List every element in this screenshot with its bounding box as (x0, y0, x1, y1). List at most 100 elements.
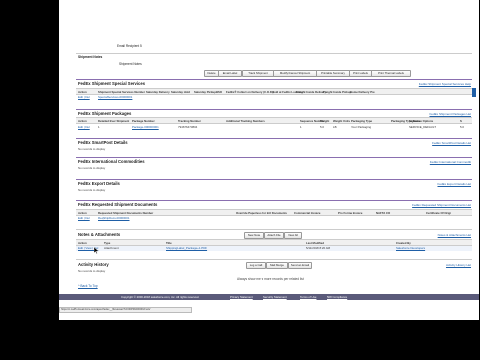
column-header: Title (166, 240, 172, 245)
cell: Attachment (104, 246, 119, 250)
shipment-notes-field: Shipment Notes (119, 62, 142, 66)
column-header: Saturday Hold (171, 89, 190, 94)
toolbar-button-2[interactable]: Track Shipment (242, 70, 274, 77)
row-action-links[interactable]: Edit | Del (78, 95, 90, 99)
browser-viewport: Email Recipient 5 Shipment Notes Shipmen… (59, 0, 479, 320)
toolbar-button-5[interactable]: Print Labels (349, 70, 372, 77)
notes-button-0[interactable]: New Note (244, 232, 264, 239)
column-header: Last Modified (306, 240, 325, 245)
toolbar-button-4[interactable]: Printable Summary (316, 70, 350, 77)
column-header: Home Delivery Pre (350, 89, 375, 94)
copyright-text: Copyright © 2000-2018 salesforce.com, in… (121, 295, 200, 299)
column-header: Action (78, 240, 87, 245)
column-header: Additional Tracking Numbers (226, 118, 265, 123)
section-title: FedEx Shipment Special Services (78, 81, 146, 86)
section-title: Activity History (78, 262, 109, 267)
section-title: FedEx International Commodities (78, 159, 145, 164)
column-header: Override Paperless for Intl Documents (236, 210, 287, 215)
toolbar-button-0[interactable]: Delete (204, 70, 219, 77)
email-recipient-label: Email Recipient 5 (117, 44, 142, 48)
created-by-link[interactable]: Salesforce Developers (396, 246, 425, 250)
section-bar (76, 229, 472, 230)
column-header: Weight (320, 118, 330, 123)
column-header: Created By (396, 240, 411, 245)
column-header: Requested Shipment Documents Number (98, 210, 154, 215)
cell: Your Packaging (351, 125, 372, 129)
row-action-links[interactable]: Edit | Del (78, 125, 90, 129)
section-bar (76, 200, 472, 201)
section-title: FedEx Shipment Packages (78, 111, 132, 116)
column-header: Package Number (132, 118, 155, 123)
page-footer: Copyright © 2000-2018 salesforce.com, in… (59, 294, 479, 300)
package-link[interactable]: Package-000000001 (132, 125, 159, 129)
table-row: Edit | Del ReqShipDocs-00000001 (76, 216, 472, 221)
empty-message: No records to display (78, 166, 106, 170)
column-header: FedEx® Collect on Delivery (C.O.D.) (226, 89, 274, 94)
divider (76, 53, 472, 54)
privacy-link[interactable]: Privacy Statement (230, 295, 253, 299)
section-bar (76, 179, 472, 180)
section-bar (76, 138, 472, 139)
browser-status-url: https://c.na45.visual.force.com/apex/fed… (59, 307, 192, 313)
table-row: Edit | Del 1 Package-000000001 794676473… (76, 125, 472, 130)
section-bar (76, 157, 472, 158)
section-bar (76, 79, 472, 80)
cell: 5.0 (460, 125, 465, 129)
column-header: S (460, 118, 462, 123)
column-header: Pro Forma Invoice (338, 210, 363, 215)
empty-message: No records to display (78, 269, 106, 273)
special-services-section: FedEx Shipment Special Services FedEx Sh… (76, 79, 476, 107)
column-header: NAFTA CO (376, 210, 391, 215)
notes-button-1[interactable]: Attach File (264, 232, 284, 239)
compliance-link[interactable]: 508 Compliance (327, 295, 347, 299)
special-services-number-link[interactable]: SpecialServices-00000001 (98, 95, 132, 99)
packages-section: FedEx Shipment Packages FedEx Shipment P… (76, 109, 472, 134)
help-link[interactable]: FedEx Shipment Special Services Help (419, 82, 471, 86)
column-header: Packaging Type (351, 118, 373, 123)
attachment-title-link[interactable]: ShippingLabel_Package+1.PDF (166, 246, 207, 250)
help-link[interactable]: Activity History Hel (446, 263, 471, 267)
notes-button-2[interactable]: View All (284, 232, 302, 239)
cell: LB (333, 125, 337, 129)
records-per-list-control[interactable]: Always show me ▾ more records per relate… (237, 277, 304, 281)
help-link[interactable]: FedEx SmartPost Details Hel (432, 141, 471, 145)
toolbar-button-1[interactable]: Email Label (218, 70, 242, 77)
row-action-links[interactable]: Edit | Del (78, 216, 90, 220)
column-header: Saturday Pickup (194, 89, 216, 94)
back-to-top-link[interactable]: ^ Back To Top (78, 284, 98, 288)
cell: 1 (300, 125, 302, 129)
column-header: Type (104, 240, 111, 245)
table-row: Edit | Del SpecialServices-00000001 (76, 95, 472, 100)
empty-message: No records to display (78, 147, 106, 151)
cell: 5/11/2018 8:20 AM (306, 246, 331, 250)
requested-docs-number-link[interactable]: ReqShipDocs-00000001 (98, 216, 130, 220)
cell: 794676473804 (178, 125, 198, 129)
cell: SERVICE_DEFAULT (409, 125, 437, 129)
column-header: Detailed Ever Shipment (98, 118, 130, 123)
column-header: Action (78, 210, 87, 215)
column-header: Saturday Delivery (146, 89, 170, 94)
column-header: BSO (216, 89, 223, 94)
terms-link[interactable]: Terms of Use (300, 295, 316, 299)
table-row: Edit | View | Del Attachment ShippingLab… (76, 246, 472, 251)
section-title: FedEx Export Details (78, 181, 120, 186)
help-link[interactable]: FedEx International Commoditi (430, 160, 471, 164)
column-header: Freight Inside Pickup (323, 89, 352, 94)
column-header: Commercial Invoice (294, 210, 321, 215)
toolbar-button-3[interactable]: Modify/Cancel Shipment (273, 70, 317, 77)
help-link[interactable]: FedEx Requested Shipment Documents Hel (412, 203, 471, 207)
help-link[interactable]: FedEx Export Details Hel (437, 182, 471, 186)
empty-message: No records to display (78, 188, 106, 192)
security-link[interactable]: Security Statement (263, 295, 287, 299)
section-bar (76, 259, 472, 260)
help-link[interactable]: Notes & Attachments Hel (438, 233, 471, 237)
column-header: Certificate Of Origi (426, 210, 451, 215)
activity-button-2[interactable]: Send an Email (288, 262, 312, 269)
activity-button-0[interactable]: Log a Call (246, 262, 266, 269)
cell: 1 (98, 125, 100, 129)
activity-button-1[interactable]: Mail Merge (266, 262, 288, 269)
toolbar-button-6[interactable]: Print Thermal Labels (371, 70, 411, 77)
column-header: Freight Inside Delivery (296, 89, 326, 94)
scroll-right-button[interactable] (472, 88, 476, 97)
help-link[interactable]: FedEx Shipment Packages Hel (429, 112, 471, 116)
